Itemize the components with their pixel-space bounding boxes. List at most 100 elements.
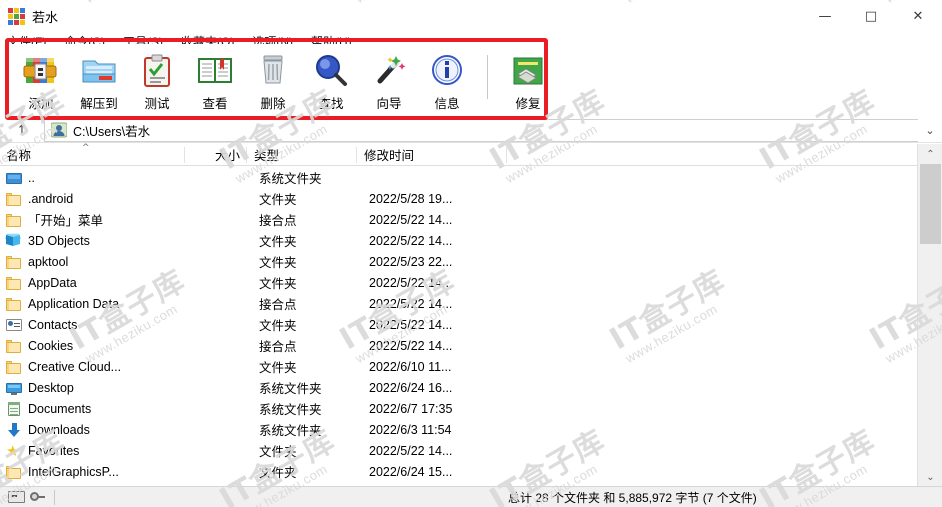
folder-icon bbox=[6, 254, 23, 270]
column-header-type-label: 类型 bbox=[254, 149, 280, 163]
toolbar-view-button[interactable]: 查看 bbox=[186, 49, 244, 113]
toolbar-extract-label: 解压到 bbox=[80, 97, 118, 111]
toolbar: 添加 解压到 测试 查看 删除 查找 向导 信息 修复 bbox=[0, 44, 942, 118]
up-one-level-button[interactable]: ↑ bbox=[0, 118, 44, 142]
address-input[interactable]: C:\Users\若水 bbox=[44, 118, 918, 142]
table-row[interactable]: .. 系统文件夹 bbox=[0, 167, 917, 188]
file-type: 文件夹 bbox=[259, 361, 297, 375]
column-header-filler bbox=[507, 144, 917, 166]
key-icon bbox=[29, 491, 46, 503]
table-row[interactable]: Contacts 文件夹 2022/5/22 14... bbox=[0, 314, 917, 335]
folder-icon bbox=[6, 275, 23, 291]
table-row[interactable]: Cookies 接合点 2022/5/22 14... bbox=[0, 335, 917, 356]
table-row[interactable]: IntelGraphicsP... 文件夹 2022/6/24 15... bbox=[0, 461, 917, 482]
file-modified: 2022/5/22 14... bbox=[369, 338, 453, 353]
file-modified: 2022/6/10 11... bbox=[369, 359, 452, 374]
vertical-scrollbar[interactable]: ⌃ ⌄ bbox=[917, 144, 942, 487]
toolbar-view-label: 查看 bbox=[202, 97, 228, 111]
file-modified: 2022/5/22 14... bbox=[369, 275, 453, 290]
table-row[interactable]: .android 文件夹 2022/5/28 19... bbox=[0, 188, 917, 209]
user-folder-icon bbox=[50, 122, 68, 138]
info-circle-icon bbox=[427, 52, 467, 90]
toolbar-separator bbox=[487, 55, 488, 99]
table-row[interactable]: 「开始」菜单 接合点 2022/5/22 14... bbox=[0, 209, 917, 230]
table-row[interactable]: Application Data 接合点 2022/5/22 14... bbox=[0, 293, 917, 314]
folder-icon bbox=[6, 464, 23, 480]
sort-ascending-icon: ^ bbox=[82, 142, 90, 153]
file-type: 接合点 bbox=[259, 214, 297, 228]
toolbar-find-button[interactable]: 查找 bbox=[302, 49, 360, 113]
scroll-down-arrow-icon[interactable]: ⌄ bbox=[918, 467, 942, 487]
file-list[interactable]: .. 系统文件夹 .android 文件夹 2022/5/28 19... 「开始」菜单接… bbox=[0, 167, 917, 486]
documents-icon bbox=[6, 401, 23, 417]
table-row[interactable]: 3D Objects 文件夹 2022/5/22 14... bbox=[0, 230, 917, 251]
table-row[interactable]: Desktop 系统文件夹 2022/6/24 16... bbox=[0, 377, 917, 398]
file-name: Cookies bbox=[28, 338, 74, 353]
table-row[interactable]: AppData 文件夹 2022/5/22 14... bbox=[0, 272, 917, 293]
close-button[interactable]: ✕ bbox=[894, 0, 942, 33]
file-type: 文件夹 bbox=[259, 445, 297, 459]
scrollbar-thumb[interactable] bbox=[920, 164, 941, 244]
table-row[interactable]: Downloads 系统文件夹 2022/6/3 11:54 bbox=[0, 419, 917, 440]
file-modified: 2022/6/24 16... bbox=[369, 380, 453, 395]
file-type: 接合点 bbox=[259, 298, 297, 312]
add-archive-icon bbox=[21, 52, 61, 90]
scroll-up-arrow-icon[interactable]: ⌃ bbox=[918, 144, 942, 164]
file-modified: 2022/5/22 14... bbox=[369, 443, 453, 458]
file-type: 系统文件夹 bbox=[259, 382, 322, 396]
file-name: IntelGraphicsP... bbox=[28, 464, 119, 479]
file-type: 文件夹 bbox=[259, 193, 297, 207]
cube-icon bbox=[5, 233, 23, 249]
table-row[interactable]: Creative Cloud... 文件夹 2022/6/10 11... bbox=[0, 356, 917, 377]
toolbar-test-button[interactable]: 测试 bbox=[128, 49, 186, 113]
repair-icon bbox=[508, 52, 548, 90]
find-magnifier-icon bbox=[311, 52, 351, 90]
desktop-icon bbox=[6, 380, 23, 396]
address-path-text: C:\Users\若水 bbox=[73, 124, 151, 139]
file-name: 3D Objects bbox=[28, 233, 90, 248]
status-icons bbox=[0, 488, 54, 507]
file-modified: 2022/6/24 15... bbox=[369, 464, 453, 479]
downloads-icon bbox=[6, 422, 23, 438]
toolbar-add-label: 添加 bbox=[28, 97, 54, 111]
view-book-icon bbox=[195, 52, 235, 90]
file-modified: 2022/6/3 11:54 bbox=[369, 422, 452, 437]
column-header-type[interactable]: 类型 bbox=[247, 144, 357, 166]
file-type: 文件夹 bbox=[259, 277, 297, 291]
status-text: 总计 28 个文件夹 和 5,885,972 字节 (7 个文件) bbox=[508, 490, 757, 505]
window-title: 若水 bbox=[32, 10, 59, 25]
address-bar: ↑ C:\Users\若水 ⌄ bbox=[0, 118, 942, 143]
column-header-size[interactable]: 大小 bbox=[185, 144, 247, 166]
status-separator bbox=[54, 489, 55, 505]
toolbar-find-label: 查找 bbox=[318, 97, 344, 111]
toolbar-info-button[interactable]: 信息 bbox=[418, 49, 476, 113]
file-modified: 2022/6/7 17:35 bbox=[369, 401, 453, 416]
toolbar-wizard-button[interactable]: 向导 bbox=[360, 49, 418, 113]
drive-icon bbox=[8, 491, 25, 503]
column-header-name[interactable]: 名称 ^ bbox=[0, 142, 185, 166]
table-row[interactable]: Documents 系统文件夹 2022/6/7 17:35 bbox=[0, 398, 917, 419]
toolbar-add-button[interactable]: 添加 bbox=[12, 49, 70, 113]
maximize-button[interactable]: □ bbox=[848, 0, 894, 33]
file-modified: 2022/5/23 22... bbox=[369, 254, 453, 269]
file-name: Documents bbox=[28, 401, 92, 416]
address-dropdown-chevron-down-icon[interactable]: ⌄ bbox=[918, 118, 942, 143]
table-row[interactable]: ★ Favorites 文件夹 2022/5/22 14... bbox=[0, 440, 917, 461]
file-name: AppData bbox=[28, 275, 77, 290]
file-type: 系统文件夹 bbox=[259, 403, 322, 417]
parent-folder-icon bbox=[6, 170, 23, 186]
folder-icon bbox=[6, 296, 23, 312]
toolbar-delete-button[interactable]: 删除 bbox=[244, 49, 302, 113]
file-name: Downloads bbox=[28, 422, 90, 437]
minimize-button[interactable]: — bbox=[802, 0, 848, 33]
folder-icon bbox=[6, 338, 23, 354]
file-name: Creative Cloud... bbox=[28, 359, 122, 374]
file-type: 文件夹 bbox=[259, 235, 297, 249]
table-row[interactable]: apktool 文件夹 2022/5/23 22... bbox=[0, 251, 917, 272]
toolbar-repair-button[interactable]: 修复 bbox=[499, 49, 557, 113]
file-type: 文件夹 bbox=[259, 466, 297, 480]
file-type: 文件夹 bbox=[259, 319, 297, 333]
toolbar-extract-button[interactable]: 解压到 bbox=[70, 49, 128, 113]
file-name: 「开始」菜单 bbox=[28, 214, 104, 228]
column-header-modified[interactable]: 修改时间 bbox=[357, 144, 507, 166]
